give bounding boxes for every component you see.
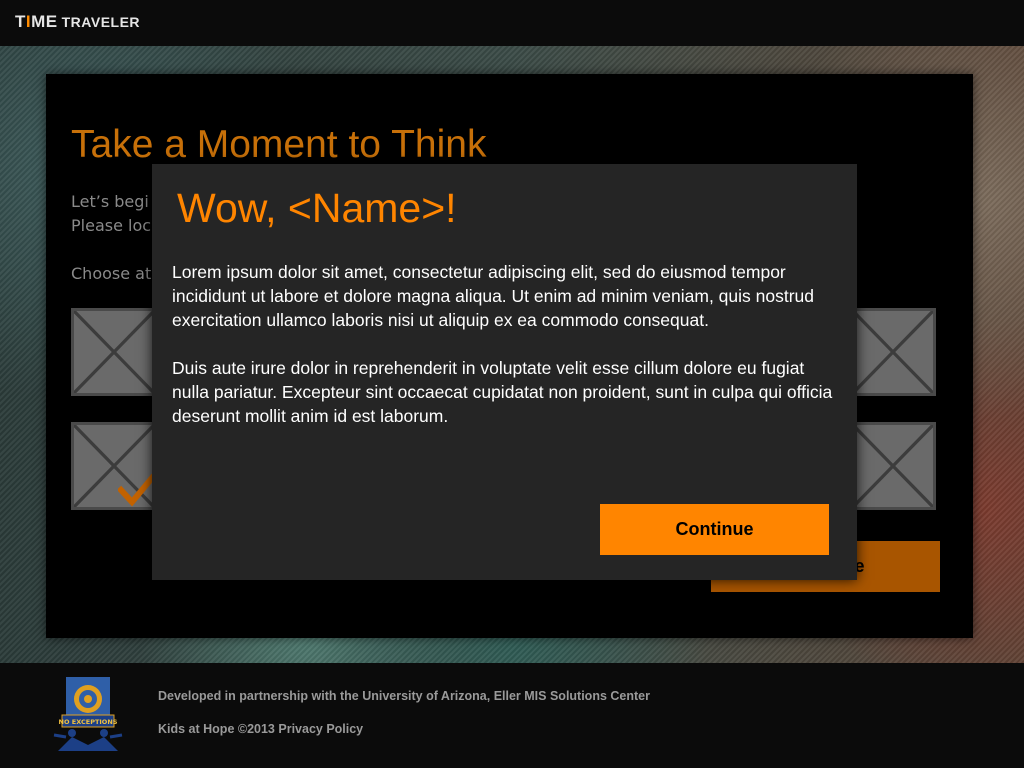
brand-logo[interactable]: TIME TRAVELER <box>15 13 140 32</box>
footer-copyright-text[interactable]: Kids at Hope ©2013 Privacy Policy <box>158 722 363 736</box>
continue-button[interactable]: Continue <box>600 504 829 555</box>
modal-paragraph-2: Duis aute irure dolor in reprehenderit i… <box>172 358 833 426</box>
placeholder-x-icon <box>853 425 933 507</box>
brand-letters-me: ME <box>31 12 58 31</box>
image-placeholder-3[interactable] <box>850 308 936 396</box>
modal-dialog: Wow, <Name>! Lorem ipsum dolor sit amet,… <box>152 164 857 580</box>
checkmark-icon <box>118 473 154 507</box>
footer: NO EXCEPTIONS Developed in partnership w… <box>0 663 1024 768</box>
no-exceptions-logo[interactable]: NO EXCEPTIONS <box>52 675 124 753</box>
page-title: Take a Moment to Think <box>71 123 487 166</box>
modal-title: Wow, <Name>! <box>177 185 457 231</box>
modal-paragraph-1: Lorem ipsum dolor sit amet, consectetur … <box>172 262 815 330</box>
image-placeholder-4[interactable] <box>850 422 936 510</box>
brand-letter-t: T <box>15 12 26 31</box>
placeholder-x-icon <box>74 311 154 393</box>
brand-subtitle: TRAVELER <box>61 14 141 30</box>
logo-text: NO EXCEPTIONS <box>59 718 118 726</box>
footer-partnership-text: Developed in partnership with the Univer… <box>158 689 650 703</box>
modal-body: Lorem ipsum dolor sit amet, consectetur … <box>172 260 837 428</box>
image-placeholder-1[interactable] <box>71 308 157 396</box>
placeholder-x-icon <box>853 311 933 393</box>
top-bar: TIME TRAVELER <box>0 0 1024 46</box>
